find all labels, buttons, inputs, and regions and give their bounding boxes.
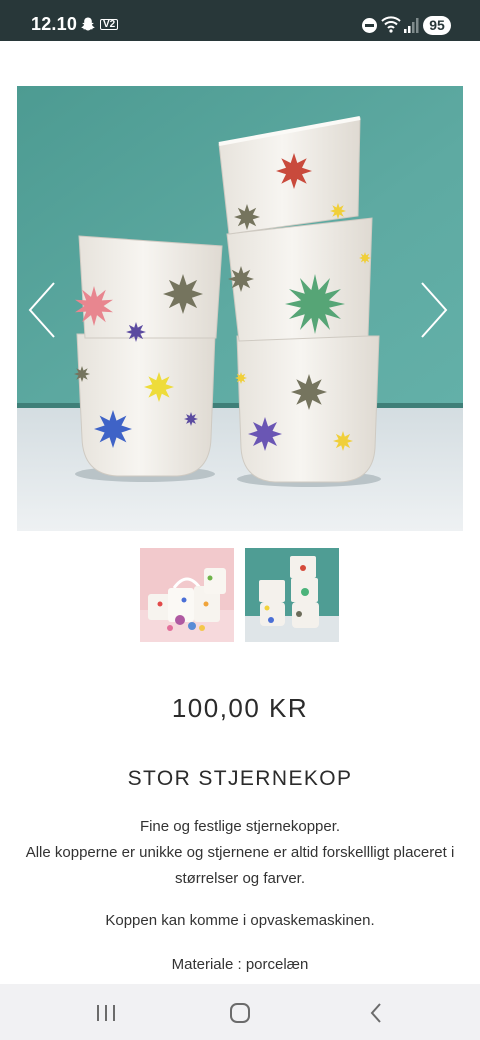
chevron-left-icon[interactable] xyxy=(27,280,57,340)
system-nav-bar xyxy=(0,984,480,1040)
cup-star-15 xyxy=(248,417,282,451)
cup-star-12 xyxy=(184,412,198,426)
product-title: STOR STJERNEKOP xyxy=(127,767,353,790)
cup-star-14 xyxy=(291,374,327,410)
snapchat-icon xyxy=(81,17,95,31)
thumbnail-2[interactable] xyxy=(245,548,339,642)
tv2-icon: V2 xyxy=(100,19,119,30)
product-main-image[interactable] xyxy=(17,86,463,531)
battery-icon: 95 xyxy=(423,16,451,35)
description-line-1: Fine og festlige stjernekopper. xyxy=(139,818,341,835)
wifi-icon xyxy=(381,16,401,33)
product-description: Fine og festlige stjernekopper. Alle kop… xyxy=(20,814,460,892)
cup-star-13 xyxy=(74,366,90,382)
thumbnail-2-image xyxy=(245,548,339,642)
cup-star-16 xyxy=(333,431,353,451)
cup-star-7 xyxy=(228,266,254,292)
cup-star-2 xyxy=(234,204,260,230)
cups-illustration xyxy=(17,86,463,531)
back-icon[interactable] xyxy=(345,984,405,1040)
thumbnail-1-image xyxy=(140,548,234,642)
cup-star-3 xyxy=(330,203,346,219)
signal-icon xyxy=(404,18,419,33)
home-icon[interactable] xyxy=(210,984,270,1040)
recents-icon[interactable] xyxy=(76,984,136,1040)
cup-star-17 xyxy=(235,372,247,384)
cup-star-6 xyxy=(126,322,146,342)
product-price: 100,00 KR xyxy=(171,693,309,723)
do-not-disturb-icon xyxy=(362,18,377,33)
chevron-right-icon[interactable] xyxy=(419,280,449,340)
cup-star-4 xyxy=(163,274,203,314)
cup-star-11 xyxy=(94,410,132,448)
description-line-2: Alle kopperne er unikke og stjernene er … xyxy=(25,844,455,887)
cup-star-1 xyxy=(276,153,312,189)
thumbnail-1[interactable] xyxy=(140,548,234,642)
description-material: Materiale : porcelæn xyxy=(171,956,309,973)
status-bar: 12.10 V2 95 xyxy=(0,0,480,41)
status-time: 12.10 xyxy=(31,14,78,34)
description-dishwasher: Koppen kan komme i opvaskemaskinen. xyxy=(105,912,375,929)
cup-star-10 xyxy=(144,372,174,402)
